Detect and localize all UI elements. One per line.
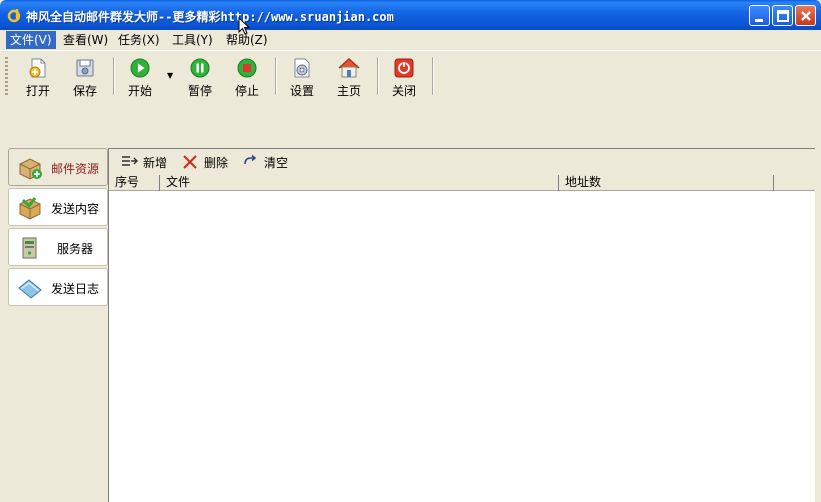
grid-header: 序号 文件 地址数 xyxy=(109,175,815,191)
close-label: 关闭 xyxy=(391,84,416,98)
settings-button[interactable]: 设置 xyxy=(282,57,322,99)
nav-item-mail-resource[interactable]: 邮件资源 xyxy=(8,148,108,186)
mouse-cursor-icon xyxy=(238,17,250,35)
home-icon xyxy=(338,57,360,78)
mail-resource-icon xyxy=(19,158,42,180)
close-app-button[interactable]: 关闭 xyxy=(384,57,424,99)
start-button[interactable]: 开始 xyxy=(120,57,160,99)
nav-label: 邮件资源 xyxy=(51,162,100,176)
clear-button[interactable]: 清空 xyxy=(242,153,294,171)
add-list-icon xyxy=(122,156,138,166)
menu-bar: 文件(V) 查看(W) 任务(X) 工具(Y) 帮助(Z) xyxy=(0,30,821,50)
pause-button[interactable]: 暂停 xyxy=(180,57,220,99)
toolbar-separator xyxy=(432,57,434,95)
start-label: 开始 xyxy=(127,84,152,98)
grid-body[interactable] xyxy=(109,191,815,502)
menu-view[interactable]: 查看(W) xyxy=(59,31,112,49)
nav-item-server[interactable]: 服务器 xyxy=(8,228,108,266)
toolbar-separator xyxy=(113,57,115,95)
save-icon xyxy=(76,59,94,77)
play-icon xyxy=(130,58,150,78)
nav-item-send-content[interactable]: 发送内容 xyxy=(8,188,108,226)
delete-label: 删除 xyxy=(204,156,229,170)
title-bar[interactable]: 神风全自动邮件群发大师--更多精彩http://www.sruanjian.co… xyxy=(0,0,821,30)
app-icon xyxy=(7,9,21,23)
pause-label: 暂停 xyxy=(187,84,212,98)
settings-label: 设置 xyxy=(289,84,314,98)
toolbar-separator xyxy=(377,57,379,95)
start-dropdown-icon[interactable]: ▼ xyxy=(167,71,173,80)
list-toolbar: 新增 删除 清空 xyxy=(109,149,815,175)
save-button[interactable]: 保存 xyxy=(65,57,105,99)
clear-refresh-icon xyxy=(244,154,257,165)
window-title: 神风全自动邮件群发大师--更多精彩http://www.sruanjian.co… xyxy=(26,10,394,24)
server-icon xyxy=(22,237,37,259)
toolbar-separator xyxy=(275,57,277,95)
save-label: 保存 xyxy=(72,84,97,98)
open-button[interactable]: 打开 xyxy=(18,57,58,99)
close-icon xyxy=(801,11,811,21)
nav-label: 发送内容 xyxy=(51,202,100,216)
nav-item-send-log[interactable]: 发送日志 xyxy=(8,268,108,306)
main-pane: 新增 删除 清空 序号 文件 地址数 xyxy=(108,148,815,502)
stop-icon xyxy=(237,58,257,78)
menu-task[interactable]: 任务(X) xyxy=(114,31,164,49)
column-header-address-count[interactable]: 地址数 xyxy=(559,175,774,191)
delete-x-icon xyxy=(183,155,197,169)
right-border xyxy=(815,148,821,502)
menu-tools[interactable]: 工具(Y) xyxy=(168,31,217,49)
left-nav-panel: 邮件资源 发送内容 服务器 发送日志 xyxy=(0,148,110,502)
stop-button[interactable]: 停止 xyxy=(227,57,267,99)
menu-file[interactable]: 文件(V) xyxy=(6,31,56,49)
power-icon xyxy=(394,58,414,78)
home-button[interactable]: 主页 xyxy=(329,57,369,99)
send-content-icon xyxy=(19,197,41,220)
home-label: 主页 xyxy=(336,84,361,98)
maximize-icon xyxy=(777,10,789,22)
minimize-button[interactable] xyxy=(749,5,770,26)
maximize-button[interactable] xyxy=(772,5,793,26)
add-button[interactable]: 新增 xyxy=(121,153,173,171)
minimize-icon xyxy=(755,19,763,22)
send-log-icon xyxy=(18,279,42,299)
add-label: 新增 xyxy=(143,156,168,170)
stop-label: 停止 xyxy=(234,84,259,98)
nav-label: 发送日志 xyxy=(51,282,100,296)
pause-icon xyxy=(190,58,210,78)
column-header-index[interactable]: 序号 xyxy=(109,175,160,191)
open-label: 打开 xyxy=(25,84,50,98)
toolbar: 打开 保存 开始 ▼ 暂停 停止 设置 主页 关闭 xyxy=(0,50,821,148)
delete-button[interactable]: 删除 xyxy=(182,153,234,171)
nav-label: 服务器 xyxy=(57,242,94,256)
open-file-icon xyxy=(29,58,46,78)
close-window-button[interactable] xyxy=(795,5,816,26)
settings-gear-icon xyxy=(294,58,310,78)
column-header-file[interactable]: 文件 xyxy=(160,175,559,191)
clear-label: 清空 xyxy=(264,156,289,170)
toolbar-grip[interactable] xyxy=(5,57,8,97)
